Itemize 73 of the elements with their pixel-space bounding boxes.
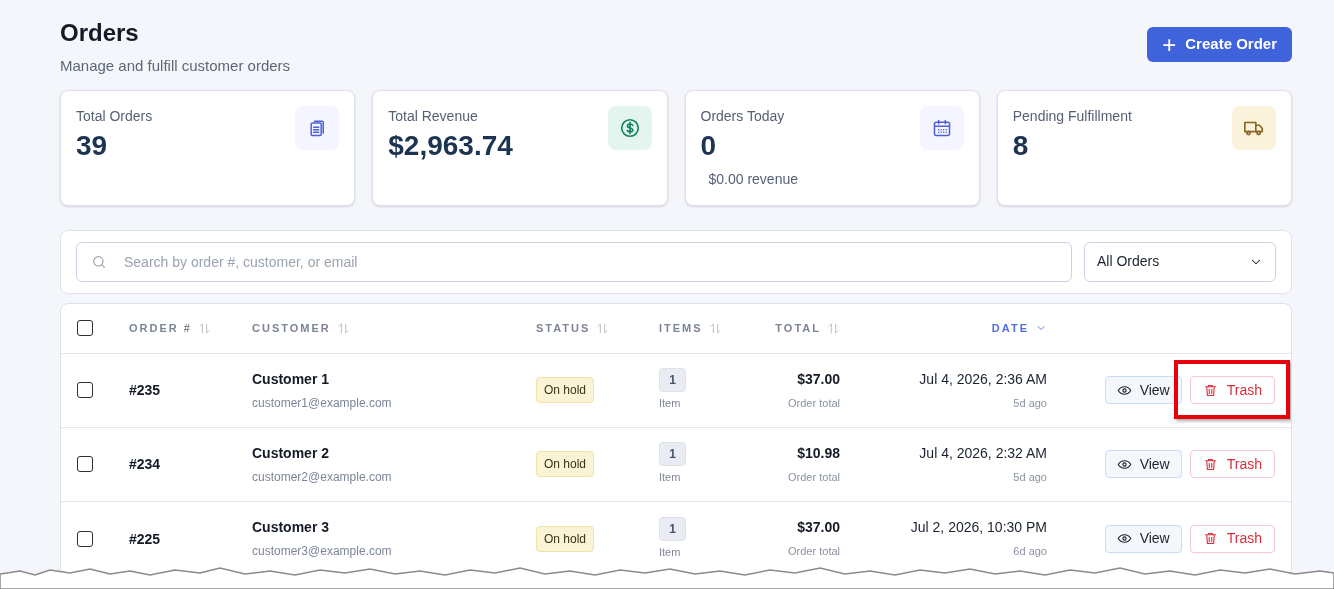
order-date: Jul 2, 2026, 10:30 PM (910, 518, 1047, 538)
item-label: Item (659, 396, 681, 412)
item-label: Item (659, 544, 681, 560)
checkbox[interactable] (77, 382, 93, 398)
relative-time: 5d ago (1013, 469, 1047, 485)
stat-note: $0.00 revenue (708, 169, 799, 189)
column-header[interactable]: STATUS (536, 319, 610, 337)
customer-name: Customer 2 (252, 443, 331, 463)
stat-label: Total Revenue (388, 106, 479, 126)
dollar-icon (618, 116, 641, 139)
order-total: $37.00 (797, 369, 840, 389)
customer-name: Customer 3 (252, 518, 331, 537)
item-label: Item (659, 470, 681, 486)
trash-button[interactable]: Trash (1189, 524, 1275, 553)
sort-icon (708, 321, 722, 335)
stat-value: 0 (700, 128, 718, 163)
stat-value: 8 (1012, 128, 1030, 163)
order-date: Jul 4, 2026, 2:32 AM (919, 443, 1047, 463)
customer-email: customer3@example.com (252, 543, 393, 560)
search-icon (91, 253, 107, 270)
status-badge: On hold (536, 525, 595, 552)
status-badge: On hold (536, 377, 595, 403)
order-total: $37.00 (797, 518, 840, 538)
status-badge: On hold (536, 451, 595, 477)
order-number: #225 (129, 530, 161, 547)
relative-time: 6d ago (1013, 544, 1047, 560)
item-count: 1 (659, 516, 686, 541)
total-label: Order total (788, 469, 840, 485)
column-header[interactable]: TOTAL (775, 319, 840, 337)
create-order-button[interactable]: + Create Order (1147, 27, 1292, 62)
column-header[interactable]: CUSTOMER (252, 319, 350, 337)
stat-value: 39 (76, 128, 109, 163)
column-header[interactable]: ORDER # (129, 319, 211, 337)
customer-name: Customer 1 (252, 369, 331, 389)
stat-label: Total Orders (76, 106, 153, 126)
order-date: Jul 4, 2026, 2:36 AM (919, 369, 1047, 389)
trash-button[interactable]: Trash (1189, 450, 1275, 478)
view-button[interactable]: View (1104, 376, 1182, 404)
sort-icon (336, 321, 350, 335)
plus-icon: + (1162, 32, 1177, 57)
stat-value: $2,963.74 (388, 128, 513, 163)
column-header[interactable]: ITEMS (659, 319, 722, 337)
total-label: Order total (788, 395, 840, 411)
page-title: Orders (60, 20, 140, 46)
customer-email: customer1@example.com (252, 394, 393, 412)
customer-email: customer2@example.com (252, 468, 393, 486)
trash-icon (1202, 456, 1218, 472)
order-total: $10.98 (797, 443, 840, 463)
stat-label: Pending Fulfillment (1012, 106, 1132, 126)
checkbox[interactable] (77, 320, 93, 336)
search-field[interactable]: Search by order #, customer, or email (76, 241, 1072, 282)
view-button[interactable]: View (1104, 450, 1182, 478)
trash-icon (1202, 531, 1218, 546)
relative-time: 5d ago (1013, 395, 1047, 411)
checkbox[interactable] (77, 456, 93, 472)
view-button[interactable]: View (1104, 524, 1182, 553)
order-number: #235 (129, 382, 161, 398)
eye-icon (1116, 531, 1132, 546)
item-count: 1 (659, 368, 686, 393)
sort-icon (596, 321, 610, 335)
checkbox[interactable] (77, 530, 93, 547)
stat-label: Orders Today (700, 106, 786, 126)
trash-button[interactable]: Trash (1189, 376, 1275, 404)
status-dropdown[interactable]: All Orders (1084, 241, 1276, 282)
item-count: 1 (659, 442, 686, 467)
sort-icon (197, 321, 211, 335)
calendar-icon (931, 117, 952, 138)
page-subtitle: Manage and fulfill customer orders (60, 56, 291, 76)
column-header[interactable]: DATE (991, 319, 1047, 337)
sort-icon (827, 321, 840, 335)
total-label: Order total (788, 544, 840, 560)
trash-icon (1202, 382, 1218, 398)
order-number: #234 (129, 456, 161, 472)
